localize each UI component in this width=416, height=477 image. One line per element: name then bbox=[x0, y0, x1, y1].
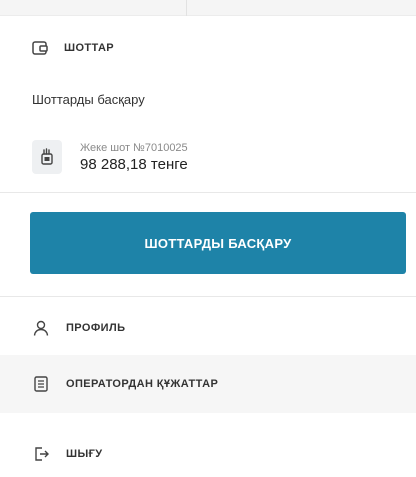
menu-item-profile[interactable]: ПРОФИЛЬ bbox=[0, 310, 416, 346]
account-balance: 98 288,18 тенге bbox=[80, 155, 188, 173]
wallet-icon bbox=[30, 38, 50, 58]
menu-item-operator-documents-label: ОПЕРАТОРДАН ҚҰЖАТТАР bbox=[66, 378, 219, 390]
manage-accounts-button[interactable]: ШОТТАРДЫ БАСҚАРУ bbox=[30, 212, 406, 274]
manage-accounts-link[interactable]: Шоттарды басқару bbox=[32, 92, 145, 107]
document-icon bbox=[32, 375, 50, 393]
menu-item-operator-documents[interactable]: ОПЕРАТОРДАН ҚҰЖАТТАР bbox=[0, 355, 416, 413]
user-icon bbox=[32, 319, 50, 337]
account-card-icon bbox=[32, 140, 62, 174]
menu-item-logout[interactable]: ШЫҒУ bbox=[0, 436, 416, 472]
divider bbox=[0, 192, 416, 193]
menu-item-logout-label: ШЫҒУ bbox=[66, 448, 103, 460]
account-name: Жеке шот №7010025 bbox=[80, 141, 188, 154]
accounts-title: ШОТТАР bbox=[64, 42, 115, 54]
top-strip-divider bbox=[186, 0, 187, 16]
logout-icon bbox=[32, 445, 50, 463]
menu-item-profile-label: ПРОФИЛЬ bbox=[66, 322, 126, 334]
account-item[interactable]: Жеке шот №7010025 98 288,18 тенге bbox=[32, 134, 392, 180]
top-strip bbox=[0, 0, 416, 16]
accounts-section-header: ШОТТАР bbox=[0, 30, 416, 66]
divider bbox=[0, 296, 416, 297]
